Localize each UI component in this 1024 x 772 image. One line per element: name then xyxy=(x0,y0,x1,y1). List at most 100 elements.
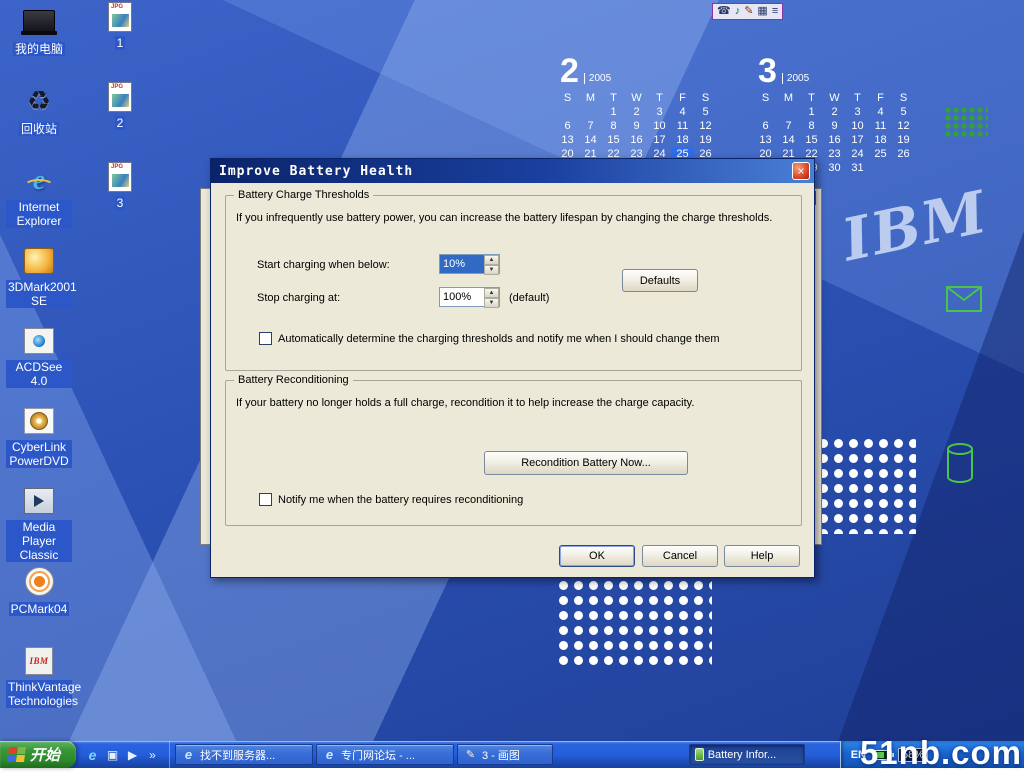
phone-icon[interactable]: ☎ xyxy=(717,4,731,19)
spinner-buttons: ▲▼ xyxy=(484,288,499,306)
spin-down-icon[interactable]: ▼ xyxy=(484,265,499,275)
calendar-day-header: S xyxy=(892,91,915,105)
calendar-day-header: S xyxy=(694,91,717,105)
help-button[interactable]: Help xyxy=(724,545,800,567)
wallpaper-dots-decoration xyxy=(816,436,916,534)
close-icon[interactable]: × xyxy=(792,162,810,180)
task-label: Battery Infor... xyxy=(708,749,776,761)
calendar-day: 16 xyxy=(625,133,648,147)
pen-icon[interactable]: ✎ xyxy=(744,4,753,19)
paint-icon xyxy=(463,747,478,762)
grid-icon[interactable]: ▦ xyxy=(757,4,767,19)
start-threshold-spinner[interactable]: 10% ▲▼ xyxy=(439,254,500,274)
desktop-icon[interactable]: 我的电脑 xyxy=(6,4,72,80)
calendar-day xyxy=(556,105,579,119)
desktop-icon[interactable]: 3DMark2001 SE xyxy=(6,244,72,320)
jpg-file-icon[interactable]: 2 xyxy=(94,82,146,156)
calendar-day: 19 xyxy=(694,133,717,147)
calendar-day: 3 xyxy=(846,105,869,119)
acdsee-icon xyxy=(6,324,72,358)
calendar-day: 15 xyxy=(602,133,625,147)
calendar-day: 11 xyxy=(869,119,892,133)
calendar-day: 1 xyxy=(800,105,823,119)
start-threshold-value[interactable]: 10% xyxy=(440,255,484,273)
dialog-titlebar[interactable]: Improve Battery Health × xyxy=(211,159,814,183)
auto-determine-checkbox[interactable] xyxy=(259,332,272,345)
more-icons-chevron[interactable]: » xyxy=(145,748,160,762)
calendar-day: 15 xyxy=(800,133,823,147)
desktop-icon-label: Internet Explorer xyxy=(6,200,72,228)
cancel-button[interactable]: Cancel xyxy=(642,545,718,567)
calendar-day xyxy=(869,161,892,175)
envelope-icon xyxy=(946,286,982,312)
cylinder-icon xyxy=(946,443,974,483)
battery-icon xyxy=(695,748,704,761)
calendar-day-header: W xyxy=(625,91,648,105)
document-icon[interactable]: ≡ xyxy=(772,4,778,19)
calendar-day: 25 xyxy=(869,147,892,161)
spin-down-icon[interactable]: ▼ xyxy=(484,298,499,308)
stop-threshold-value[interactable]: 100% xyxy=(440,288,484,306)
audio-icon[interactable]: ♪ xyxy=(735,4,741,19)
calendar-day-header: T xyxy=(602,91,625,105)
internet-explorer-icon[interactable]: e xyxy=(85,747,100,763)
desktop-icon[interactable]: PCMark04 xyxy=(6,564,72,640)
calendar-day: 8 xyxy=(800,119,823,133)
wallpaper-green-grid-decoration xyxy=(944,106,988,138)
spin-up-icon[interactable]: ▲ xyxy=(484,255,499,265)
floating-language-toolbar[interactable]: ☎ ♪✎ ▦ ≡ xyxy=(712,3,783,20)
spin-up-icon[interactable]: ▲ xyxy=(484,288,499,298)
dialog-body: Battery Charge Thresholds If you infrequ… xyxy=(211,183,814,578)
desktop-icon-label: PCMark04 xyxy=(9,602,70,616)
desktop-icon[interactable]: Media Player Classic xyxy=(6,484,72,560)
pcmark-icon xyxy=(6,564,72,598)
thinkvantage-icon xyxy=(6,644,72,678)
dialog-title: Improve Battery Health xyxy=(219,164,792,179)
recondition-battery-button[interactable]: Recondition Battery Now... xyxy=(484,451,688,475)
stop-threshold-spinner[interactable]: 100% ▲▼ xyxy=(439,287,500,307)
auto-determine-label: Automatically determine the charging thr… xyxy=(278,333,788,346)
taskbar-task-button[interactable]: 3 - 画图 xyxy=(457,744,553,765)
stop-charging-label: Stop charging at: xyxy=(257,292,340,304)
reconditioning-description: If your battery no longer holds a full c… xyxy=(236,397,792,410)
calendar-day: 10 xyxy=(648,119,671,133)
desktop-icon-column: 我的电脑 回收站 Internet Explorer 3DMark2001 SE… xyxy=(6,4,72,724)
calendar-day: 4 xyxy=(869,105,892,119)
defaults-button[interactable]: Defaults xyxy=(622,269,698,292)
calendar-day: 17 xyxy=(846,133,869,147)
calendar-day: 18 xyxy=(671,133,694,147)
ie-icon xyxy=(322,747,337,762)
group-legend: Battery Reconditioning xyxy=(234,374,353,386)
calendar-day xyxy=(777,105,800,119)
desktop-icon[interactable]: 回收站 xyxy=(6,84,72,160)
battery-reconditioning-group: Battery Reconditioning If your battery n… xyxy=(225,380,802,526)
calendar-day: 4 xyxy=(671,105,694,119)
calendar-day: 18 xyxy=(869,133,892,147)
calendar-month-number: 2 xyxy=(560,54,579,88)
notify-reconditioning-checkbox[interactable] xyxy=(259,493,272,506)
calendar-day: 9 xyxy=(625,119,648,133)
improve-battery-health-dialog: Improve Battery Health × Battery Charge … xyxy=(210,158,815,578)
desktop-icon[interactable]: CyberLink PowerDVD xyxy=(6,404,72,480)
ibm-logo: IBM xyxy=(837,178,994,275)
desktop-icon[interactable]: ACDSee 4.0 xyxy=(6,324,72,400)
jpg-file-icon[interactable]: 3 xyxy=(94,162,146,236)
taskbar-task-button[interactable]: 专门网论坛 - ... xyxy=(316,744,454,765)
wallpaper-calendar-february: 2 2005 SMTWTFS12345678910111213141516171… xyxy=(556,54,717,175)
calendar-day: 14 xyxy=(777,133,800,147)
desktop-icon[interactable]: ThinkVantage Technologies xyxy=(6,644,72,720)
calendar-day: 19 xyxy=(892,133,915,147)
calendar-day: 7 xyxy=(579,119,602,133)
jpg-file-label: 3 xyxy=(115,196,126,210)
ok-button[interactable]: OK xyxy=(559,545,635,567)
spinner-buttons: ▲▼ xyxy=(484,255,499,273)
start-button[interactable]: 开始 xyxy=(0,741,76,768)
taskbar-task-button[interactable]: 找不到服务器... xyxy=(175,744,313,765)
notify-reconditioning-label: Notify me when the battery requires reco… xyxy=(278,494,788,507)
jpg-file-icon[interactable]: 1 xyxy=(94,2,146,76)
jpg-thumbnail xyxy=(108,162,132,192)
show-desktop-icon[interactable]: ▣ xyxy=(105,748,120,762)
taskbar-task-button[interactable]: Battery Infor... xyxy=(689,744,805,765)
media-player-icon[interactable]: ▶ xyxy=(125,748,140,762)
desktop-icon[interactable]: Internet Explorer xyxy=(6,164,72,240)
